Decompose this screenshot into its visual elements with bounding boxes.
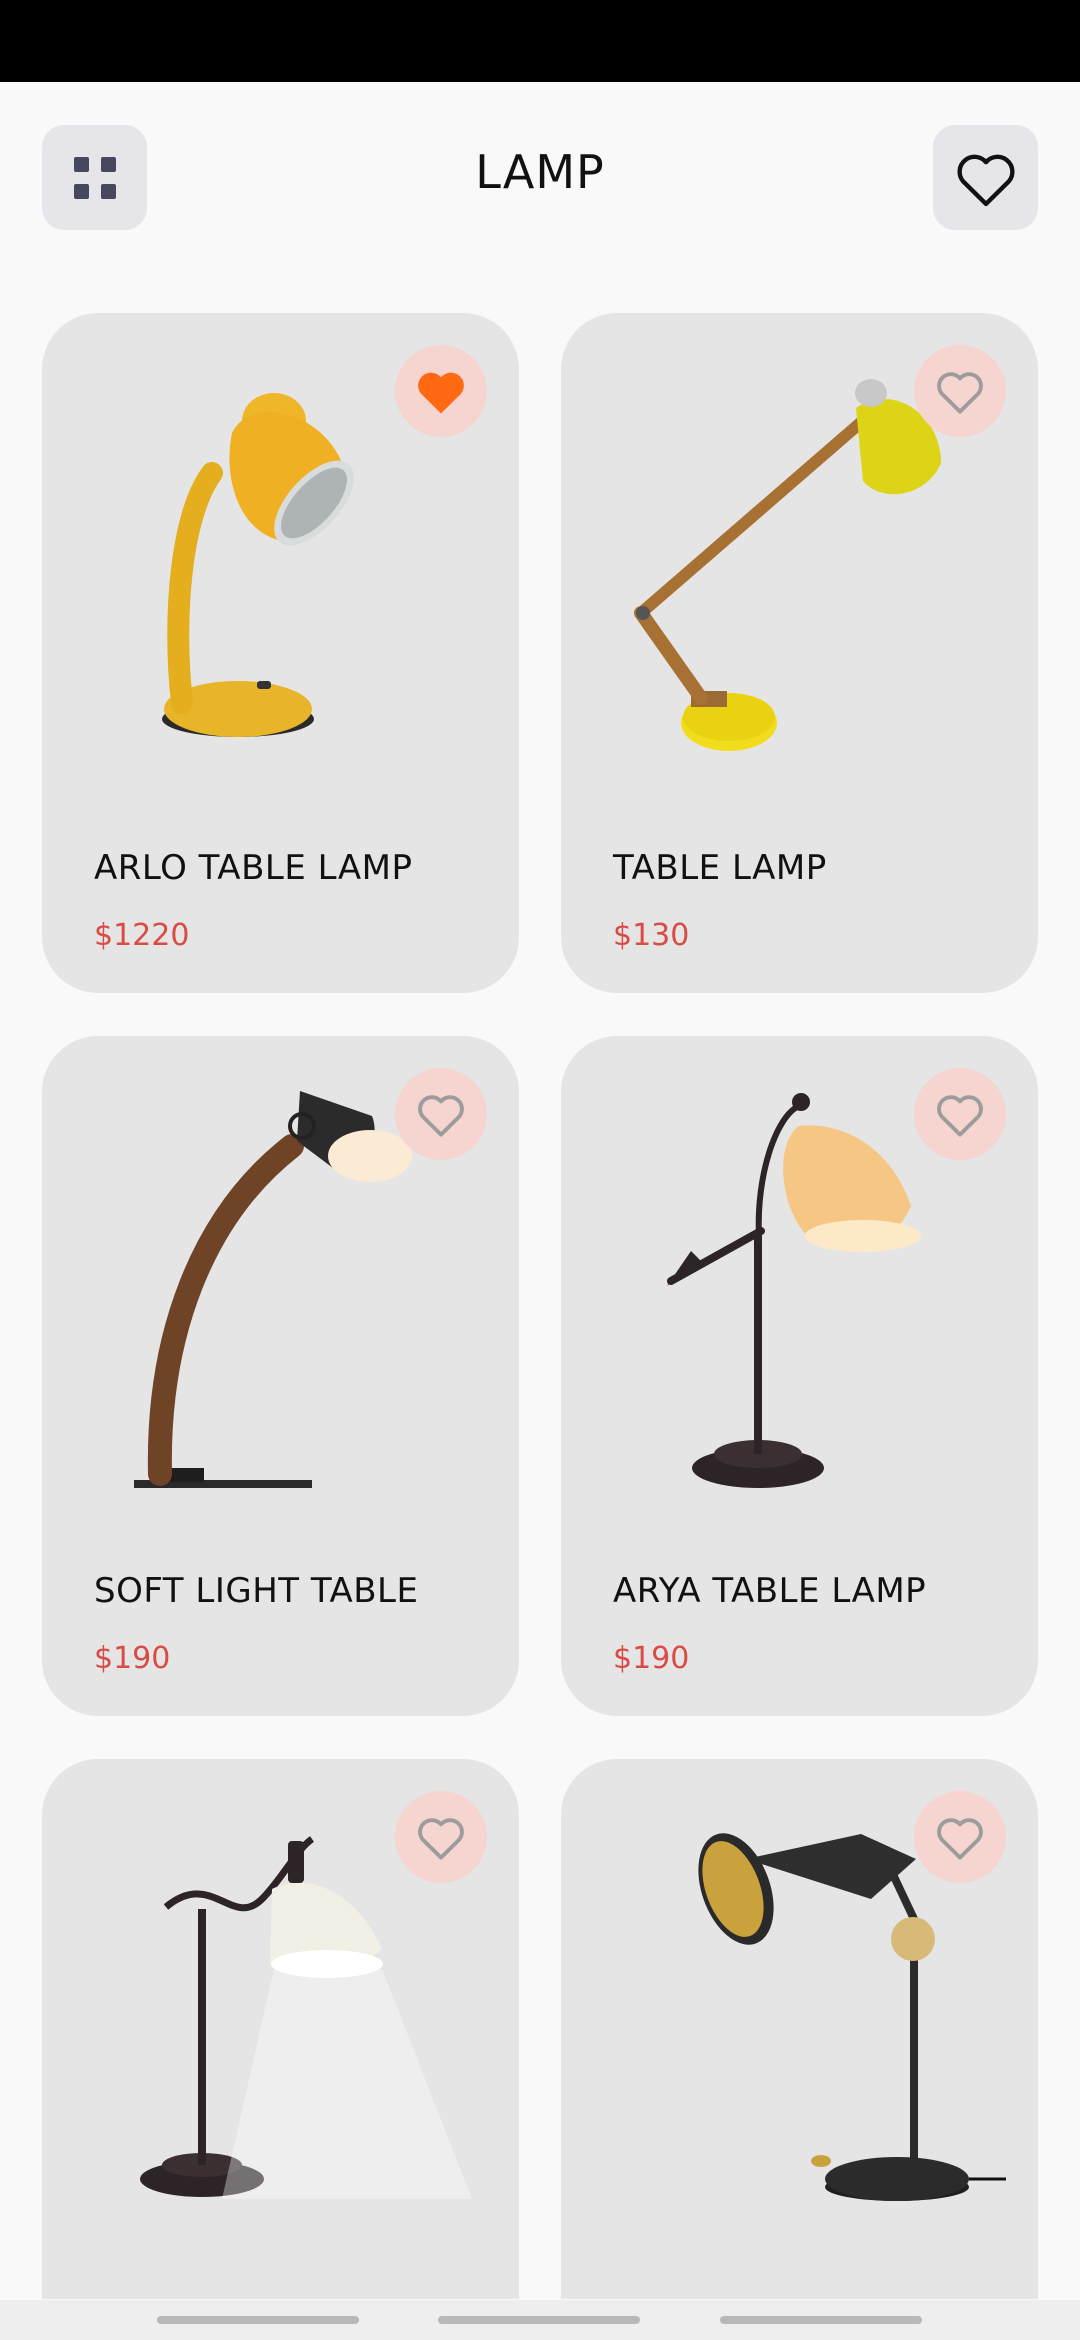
heart-filled-icon [418, 372, 464, 414]
product-price: $190 [94, 1641, 171, 1676]
favorite-button[interactable] [395, 1068, 487, 1160]
heart-outline-icon [418, 1818, 464, 1860]
heart-outline-icon [937, 372, 983, 414]
favorites-button[interactable] [933, 125, 1038, 230]
product-price: $190 [613, 1641, 690, 1676]
product-card[interactable]: ARLO TABLE LAMP $1220 [42, 313, 519, 993]
nav-indicator[interactable] [157, 2316, 359, 2324]
favorite-button[interactable] [395, 1791, 487, 1883]
product-card[interactable] [561, 1759, 1038, 2299]
page-title: LAMP [475, 145, 605, 199]
nav-indicator[interactable] [720, 2316, 922, 2324]
favorite-button[interactable] [914, 345, 1006, 437]
favorite-button[interactable] [914, 1791, 1006, 1883]
product-name: ARLO TABLE LAMP [94, 848, 413, 888]
product-name: ARYA TABLE LAMP [613, 1571, 927, 1611]
heart-outline-icon [956, 154, 1015, 206]
product-name: TABLE LAMP [613, 848, 827, 888]
product-card[interactable]: SOFT LIGHT TABLE $190 [42, 1036, 519, 1716]
product-card[interactable]: ARYA TABLE LAMP $190 [561, 1036, 1038, 1716]
nav-indicator[interactable] [438, 2316, 640, 2324]
status-bar [0, 0, 1080, 82]
heart-outline-icon [937, 1818, 983, 1860]
product-price: $1220 [94, 918, 190, 953]
product-name: SOFT LIGHT TABLE [94, 1571, 419, 1611]
product-price: $130 [613, 918, 690, 953]
product-card[interactable] [42, 1759, 519, 2299]
product-card[interactable]: TABLE LAMP $130 [561, 313, 1038, 993]
heart-outline-icon [418, 1095, 464, 1137]
heart-outline-icon [937, 1095, 983, 1137]
favorite-button[interactable] [914, 1068, 1006, 1160]
favorite-button[interactable] [395, 345, 487, 437]
